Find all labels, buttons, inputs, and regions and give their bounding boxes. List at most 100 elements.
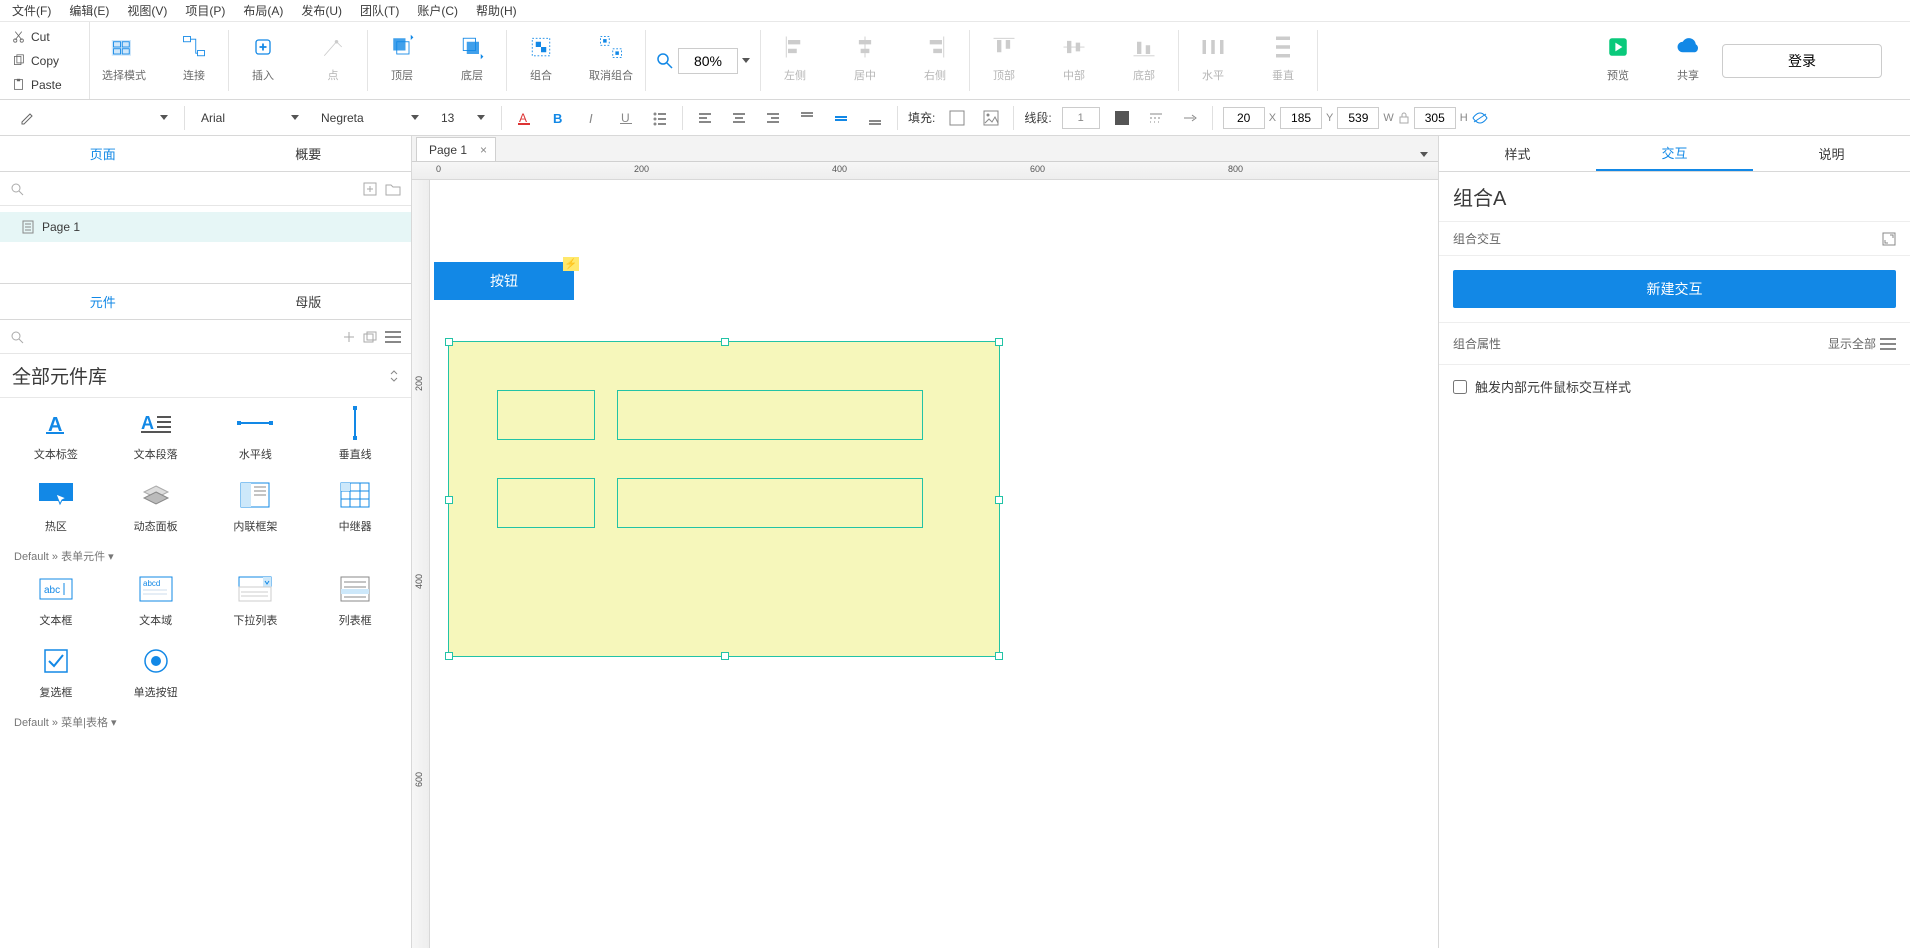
canvas-button-shape[interactable]: 按钮 ⚡	[434, 262, 574, 300]
text-color-button[interactable]: A	[512, 106, 536, 130]
fill-color[interactable]	[945, 106, 969, 130]
paste-button[interactable]: Paste	[0, 73, 89, 97]
valign-bot[interactable]	[863, 106, 887, 130]
share-button[interactable]: 共享	[1664, 33, 1712, 83]
align-bottom-button[interactable]: 底部	[1120, 33, 1168, 83]
lib-section-form[interactable]: Default » 表单元件 ▾	[6, 534, 405, 574]
widget-listbox[interactable]: 列表框	[305, 574, 405, 628]
copy-button[interactable]: Copy	[0, 49, 89, 73]
canvas[interactable]: 按钮 ⚡	[430, 180, 1438, 948]
widget-repeater[interactable]: 中继器	[305, 480, 405, 534]
close-tab-icon[interactable]: ×	[480, 143, 487, 157]
trigger-inner-checkbox[interactable]	[1453, 380, 1467, 394]
stroke-width[interactable]	[1062, 107, 1100, 129]
menu-view[interactable]: 视图(V)	[127, 2, 167, 19]
align-left-text[interactable]	[693, 106, 717, 130]
pos-x[interactable]	[1223, 107, 1265, 129]
pos-y[interactable]	[1280, 107, 1322, 129]
cut-button[interactable]: Cut	[0, 25, 89, 49]
preview-button[interactable]: 预览	[1594, 33, 1642, 83]
menu-help[interactable]: 帮助(H)	[476, 2, 517, 19]
stroke-color[interactable]	[1110, 106, 1134, 130]
valign-mid[interactable]	[829, 106, 853, 130]
menu-project[interactable]: 项目(P)	[185, 2, 225, 19]
menu-team[interactable]: 团队(T)	[360, 2, 399, 19]
add-folder-icon[interactable]	[385, 182, 401, 196]
bottom-layer-button[interactable]: 底层	[448, 33, 496, 83]
zoom-control[interactable]	[656, 48, 750, 74]
widget-vline[interactable]: 垂直线	[305, 408, 405, 462]
menu-layout[interactable]: 布局(A)	[243, 2, 283, 19]
menu-file[interactable]: 文件(F)	[12, 2, 51, 19]
align-left-button[interactable]: 左侧	[771, 33, 819, 83]
align-right-button[interactable]: 右侧	[911, 33, 959, 83]
tabs-overflow[interactable]	[1420, 152, 1428, 157]
widget-dropdown[interactable]: 下拉列表	[206, 574, 306, 628]
expand-icon[interactable]	[1882, 232, 1896, 246]
zoom-input[interactable]	[678, 48, 738, 74]
fill-image[interactable]	[979, 106, 1003, 130]
tab-interactions[interactable]: 交互	[1596, 136, 1753, 171]
visibility-icon[interactable]	[1472, 112, 1488, 124]
widget-textfield[interactable]: abc文本框	[6, 574, 106, 628]
tab-notes[interactable]: 说明	[1753, 136, 1910, 171]
lock-icon[interactable]	[1398, 112, 1410, 124]
expand-icon[interactable]	[389, 369, 399, 383]
ungroup-button[interactable]: 取消组合	[587, 33, 635, 83]
top-layer-button[interactable]: 顶层	[378, 33, 426, 83]
tab-outline[interactable]: 概要	[206, 136, 412, 171]
insert-button[interactable]: 插入	[239, 33, 287, 83]
widget-iframe[interactable]: 内联框架	[206, 480, 306, 534]
italic-button[interactable]: I	[580, 106, 604, 130]
canvas-group-selection[interactable]	[448, 341, 1000, 657]
lib-section-menu[interactable]: Default » 菜单|表格 ▾	[6, 700, 405, 740]
page-tab[interactable]: Page 1×	[416, 137, 496, 161]
point-button[interactable]: 点	[309, 33, 357, 83]
align-middle-button[interactable]: 中部	[1050, 33, 1098, 83]
weight-dropdown[interactable]: Negreta	[315, 105, 425, 131]
page-row[interactable]: Page 1	[0, 212, 411, 242]
search-icon[interactable]	[10, 330, 24, 344]
new-interaction-button[interactable]: 新建交互	[1453, 270, 1896, 308]
canvas-rect[interactable]	[617, 390, 923, 440]
tab-style[interactable]: 样式	[1439, 136, 1596, 171]
bullet-button[interactable]	[648, 106, 672, 130]
show-all[interactable]: 显示全部	[1828, 335, 1876, 352]
widget-label[interactable]: A文本标签	[6, 408, 106, 462]
align-center-text[interactable]	[727, 106, 751, 130]
add-icon[interactable]	[343, 331, 355, 343]
add-page-icon[interactable]	[363, 182, 377, 196]
align-right-text[interactable]	[761, 106, 785, 130]
stroke-style[interactable]	[1144, 106, 1168, 130]
select-mode-button[interactable]: 选择模式	[100, 33, 148, 83]
valign-top[interactable]	[795, 106, 819, 130]
canvas-rect[interactable]	[617, 478, 923, 528]
dist-v-button[interactable]: 垂直	[1259, 33, 1307, 83]
widget-hotspot[interactable]: 热区	[6, 480, 106, 534]
bold-button[interactable]: B	[546, 106, 570, 130]
pos-h[interactable]	[1414, 107, 1456, 129]
menu-publish[interactable]: 发布(U)	[301, 2, 342, 19]
style-dropdown[interactable]	[14, 105, 174, 131]
widget-textarea[interactable]: abcd文本域	[106, 574, 206, 628]
canvas-rect[interactable]	[497, 478, 595, 528]
menu-icon[interactable]	[1880, 338, 1896, 350]
copy-icon[interactable]	[363, 331, 377, 343]
tab-masters[interactable]: 母版	[206, 284, 412, 319]
search-icon[interactable]	[10, 182, 24, 196]
group-button[interactable]: 组合	[517, 33, 565, 83]
canvas-rect[interactable]	[497, 390, 595, 440]
size-dropdown[interactable]: 13	[435, 105, 491, 131]
widget-hline[interactable]: 水平线	[206, 408, 306, 462]
widget-paragraph[interactable]: A文本段落	[106, 408, 206, 462]
arrow-style[interactable]	[1178, 106, 1202, 130]
widget-dynamic-panel[interactable]: 动态面板	[106, 480, 206, 534]
menu-edit[interactable]: 编辑(E)	[69, 2, 109, 19]
tab-widgets[interactable]: 元件	[0, 284, 206, 319]
menu-account[interactable]: 账户(C)	[417, 2, 458, 19]
pos-w[interactable]	[1337, 107, 1379, 129]
connect-button[interactable]: 连接	[170, 33, 218, 83]
login-button[interactable]: 登录	[1722, 44, 1882, 78]
underline-button[interactable]: U	[614, 106, 638, 130]
menu-icon[interactable]	[385, 331, 401, 343]
